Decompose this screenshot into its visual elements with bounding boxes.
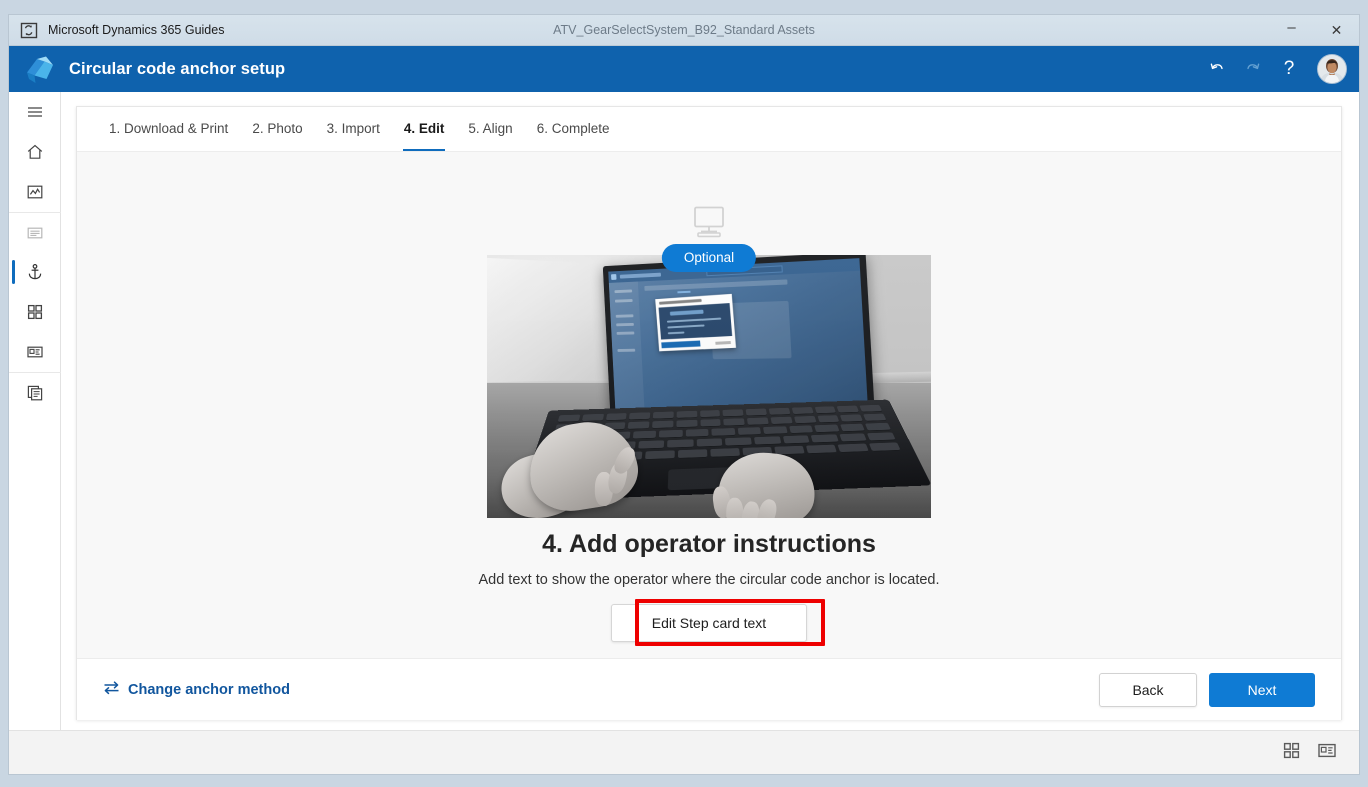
redo-icon[interactable] — [1235, 46, 1271, 92]
close-button[interactable]: ✕ — [1314, 15, 1359, 46]
sidebar-item-analytics[interactable] — [9, 172, 61, 212]
tab-edit[interactable]: 4. Edit — [392, 106, 457, 151]
laptop-screen-dialog — [655, 293, 737, 352]
sidebar-item-step-card[interactable] — [9, 212, 61, 252]
app-window: Microsoft Dynamics 365 Guides ATV_GearSe… — [0, 0, 1368, 787]
undo-icon[interactable] — [1199, 46, 1235, 92]
laptop-lid — [602, 255, 876, 421]
laptop-typing-photo — [487, 255, 931, 518]
change-anchor-method-label: Change anchor method — [128, 681, 290, 698]
laptop-screen-content — [608, 258, 869, 413]
minimize-button[interactable]: – — [1269, 15, 1314, 46]
tab-photo[interactable]: 2. Photo — [240, 106, 314, 151]
desktop-monitor-icon — [690, 206, 728, 243]
app-name: Microsoft Dynamics 365 Guides — [48, 23, 225, 37]
sidebar-item-home[interactable] — [9, 132, 61, 172]
edit-step-card-text-button[interactable]: Edit Step card text — [611, 604, 807, 642]
wizard-tabs: 1. Download & Print 2. Photo 3. Import 4… — [77, 107, 1341, 152]
wizard-body: Optional 4. Add operator instructions Ad… — [77, 152, 1341, 720]
help-icon[interactable]: ? — [1271, 46, 1307, 92]
tab-complete[interactable]: 6. Complete — [525, 106, 622, 151]
app-window-icon — [20, 22, 38, 39]
sidebar-item-grid[interactable] — [9, 292, 61, 332]
tab-align[interactable]: 5. Align — [456, 106, 524, 151]
wizard-card: 1. Download & Print 2. Photo 3. Import 4… — [76, 106, 1342, 720]
tab-download-print[interactable]: 1. Download & Print — [97, 106, 240, 151]
grid-view-icon[interactable] — [1282, 741, 1301, 765]
dynamics-guides-logo — [22, 52, 56, 86]
sidebar-item-menu[interactable] — [9, 92, 61, 132]
header-actions: ? — [1199, 46, 1359, 92]
next-button[interactable]: Next — [1209, 672, 1315, 707]
user-avatar[interactable] — [1317, 54, 1347, 84]
sidebar-item-duplicate[interactable] — [9, 372, 61, 412]
page-title: Circular code anchor setup — [69, 59, 286, 78]
status-bar — [9, 730, 1359, 774]
sidebar-item-media-card[interactable] — [9, 332, 61, 372]
title-bar: Microsoft Dynamics 365 Guides ATV_GearSe… — [9, 15, 1359, 46]
tab-import[interactable]: 3. Import — [315, 106, 392, 151]
back-button[interactable]: Back — [1099, 672, 1197, 707]
step-headline: 4. Add operator instructions — [542, 530, 876, 558]
swap-arrows-icon — [103, 680, 120, 699]
edit-step-card-text-area: Edit Step card text — [611, 599, 825, 646]
card-view-icon[interactable] — [1317, 741, 1337, 765]
step-description: Add text to show the operator where the … — [478, 572, 940, 588]
window-controls: – ✕ — [1269, 15, 1359, 46]
footer-buttons: Back Next — [1099, 672, 1315, 707]
wizard-footer: Change anchor method Back Next — [77, 658, 1341, 720]
sidebar-item-anchor[interactable] — [9, 252, 61, 292]
left-rail — [9, 92, 61, 774]
app-header: Circular code anchor setup ? — [9, 46, 1359, 92]
status-bar-view-icons — [1282, 741, 1359, 765]
optional-badge: Optional — [661, 244, 757, 272]
change-anchor-method-link[interactable]: Change anchor method — [103, 680, 290, 699]
